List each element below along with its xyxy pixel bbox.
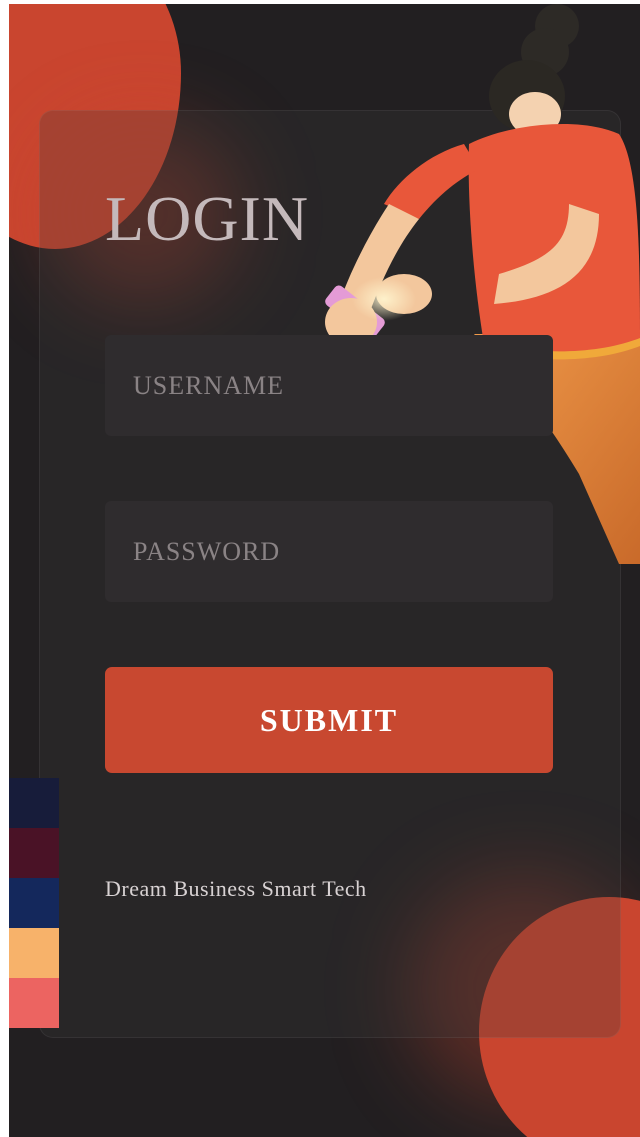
password-field[interactable] — [105, 501, 553, 602]
swatch-maroon — [9, 828, 59, 878]
swatch-navy — [9, 778, 59, 828]
color-palette — [9, 778, 59, 1028]
swatch-blue — [9, 878, 59, 928]
username-field[interactable] — [105, 335, 553, 436]
woman-with-phone-illustration — [325, 4, 640, 564]
login-screen: LOGIN SUBMIT Dream Business Smart Tech — [9, 4, 640, 1137]
swatch-peach — [9, 928, 59, 978]
username-input[interactable] — [105, 335, 553, 436]
password-input[interactable] — [105, 501, 553, 602]
submit-button[interactable]: SUBMIT — [105, 667, 553, 773]
swatch-coral — [9, 978, 59, 1028]
page-title: LOGIN — [105, 183, 310, 254]
tagline-text: Dream Business Smart Tech — [105, 876, 367, 901]
